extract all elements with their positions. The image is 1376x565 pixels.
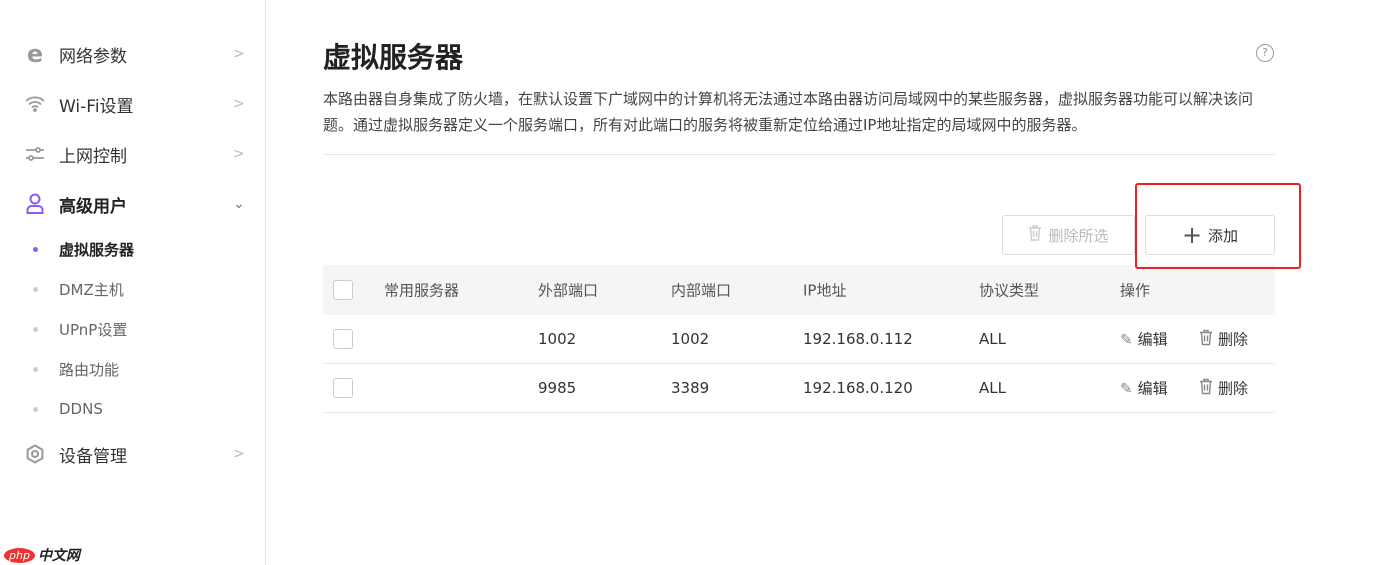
sidebar-subitem-label: 虚拟服务器 (59, 240, 135, 259)
cell-external-port: 9985 (538, 379, 577, 397)
ie-icon: e (26, 40, 44, 68)
cell-protocol: ALL (979, 330, 1006, 348)
column-header: 外部端口 (538, 281, 599, 300)
gear-icon (24, 443, 46, 465)
user-icon (24, 193, 46, 215)
page-title: 虚拟服务器 (323, 41, 464, 74)
cell-ip: 192.168.0.112 (803, 330, 913, 348)
cell-protocol: ALL (979, 379, 1006, 397)
select-all-checkbox[interactable] (333, 280, 353, 300)
edit-button[interactable]: ✎ 编辑 (1120, 378, 1168, 399)
pencil-icon: ✎ (1120, 379, 1133, 397)
table-row: 9985 3389 192.168.0.120 ALL ✎ 编辑 删除 (323, 364, 1275, 413)
pencil-icon: ✎ (1120, 330, 1133, 348)
sidebar-subitem-label: UPnP设置 (59, 320, 128, 339)
column-header: 操作 (1120, 281, 1151, 300)
edit-label: 编辑 (1137, 330, 1168, 349)
divider (323, 154, 1275, 155)
sidebar-item-label: 网络参数 (59, 46, 127, 67)
chevron-right-icon: > (233, 146, 245, 162)
sidebar-item-access-control[interactable]: 上网控制 > (0, 134, 266, 174)
cell-internal-port: 3389 (671, 379, 710, 397)
column-header: 内部端口 (671, 281, 732, 300)
sidebar-subitem-upnp[interactable]: UPnP设置 (0, 311, 266, 347)
edit-label: 编辑 (1137, 379, 1168, 398)
sidebar-subitem-ddns[interactable]: DDNS (0, 391, 266, 427)
bullet-icon (33, 246, 38, 252)
cell-ip: 192.168.0.120 (803, 379, 913, 397)
column-header: 常用服务器 (384, 281, 460, 300)
edit-button[interactable]: ✎ 编辑 (1120, 329, 1168, 350)
delete-button[interactable]: 删除 (1199, 378, 1248, 399)
bullet-icon (33, 286, 38, 292)
sidebar-subitem-dmz[interactable]: DMZ主机 (0, 271, 266, 307)
trash-icon (1199, 329, 1213, 349)
cell-external-port: 1002 (538, 330, 577, 348)
column-header: IP地址 (803, 281, 847, 300)
sidebar-item-network[interactable]: e 网络参数 > (0, 34, 266, 74)
delete-button[interactable]: 删除 (1199, 329, 1248, 350)
watermark-logo: php 中文网 (4, 545, 80, 565)
trash-icon (1028, 225, 1042, 245)
chevron-right-icon: > (233, 96, 245, 112)
delete-selected-label: 删除所选 (1048, 226, 1109, 245)
watermark-php: php (4, 547, 35, 563)
wifi-icon (24, 93, 46, 115)
watermark-cn: 中文网 (37, 548, 80, 564)
sidebar-subitem-label: DDNS (59, 400, 103, 418)
sidebar-subitem-virtual-server[interactable]: 虚拟服务器 (0, 231, 266, 267)
delete-label: 删除 (1218, 330, 1249, 349)
sidebar-item-label: Wi-Fi设置 (59, 96, 134, 117)
table-row: 1002 1002 192.168.0.112 ALL ✎ 编辑 删除 (323, 315, 1275, 364)
sidebar: e 网络参数 > Wi-Fi设置 > 上网控制 > 高级用户 ⌄ 虚拟服务器 D… (0, 0, 266, 565)
sidebar-item-device-management[interactable]: 设备管理 > (0, 434, 266, 474)
row-checkbox[interactable] (333, 378, 353, 398)
delete-label: 删除 (1218, 379, 1249, 398)
sidebar-item-wifi[interactable]: Wi-Fi设置 > (0, 84, 266, 124)
highlight-annotation-box (1135, 183, 1301, 269)
column-header: 协议类型 (979, 281, 1040, 300)
sidebar-subitem-label: DMZ主机 (59, 280, 124, 299)
delete-selected-button[interactable]: 删除所选 (1002, 215, 1135, 255)
sidebar-subitem-routing[interactable]: 路由功能 (0, 351, 266, 387)
sidebar-item-label: 高级用户 (59, 196, 127, 217)
help-icon[interactable]: ? (1256, 44, 1274, 62)
row-checkbox[interactable] (333, 329, 353, 349)
bullet-icon (33, 406, 38, 412)
sidebar-item-label: 上网控制 (59, 146, 127, 167)
chevron-right-icon: > (233, 446, 245, 462)
virtual-server-table: 常用服务器 外部端口 内部端口 IP地址 协议类型 操作 1002 1002 1… (323, 265, 1275, 413)
bullet-icon (33, 366, 38, 372)
sidebar-item-label: 设备管理 (59, 446, 127, 467)
sidebar-item-advanced[interactable]: 高级用户 ⌄ (0, 184, 266, 224)
page-description: 本路由器自身集成了防火墙，在默认设置下广域网中的计算机将无法通过本路由器访问局域… (323, 90, 1254, 134)
table-header: 常用服务器 外部端口 内部端口 IP地址 协议类型 操作 (323, 265, 1275, 315)
bullet-icon (33, 326, 38, 332)
trash-icon (1199, 378, 1213, 398)
chevron-down-icon: ⌄ (233, 196, 245, 212)
sliders-icon (24, 143, 46, 165)
cell-internal-port: 1002 (671, 330, 710, 348)
sidebar-subitem-label: 路由功能 (59, 360, 120, 379)
chevron-right-icon: > (233, 46, 245, 62)
